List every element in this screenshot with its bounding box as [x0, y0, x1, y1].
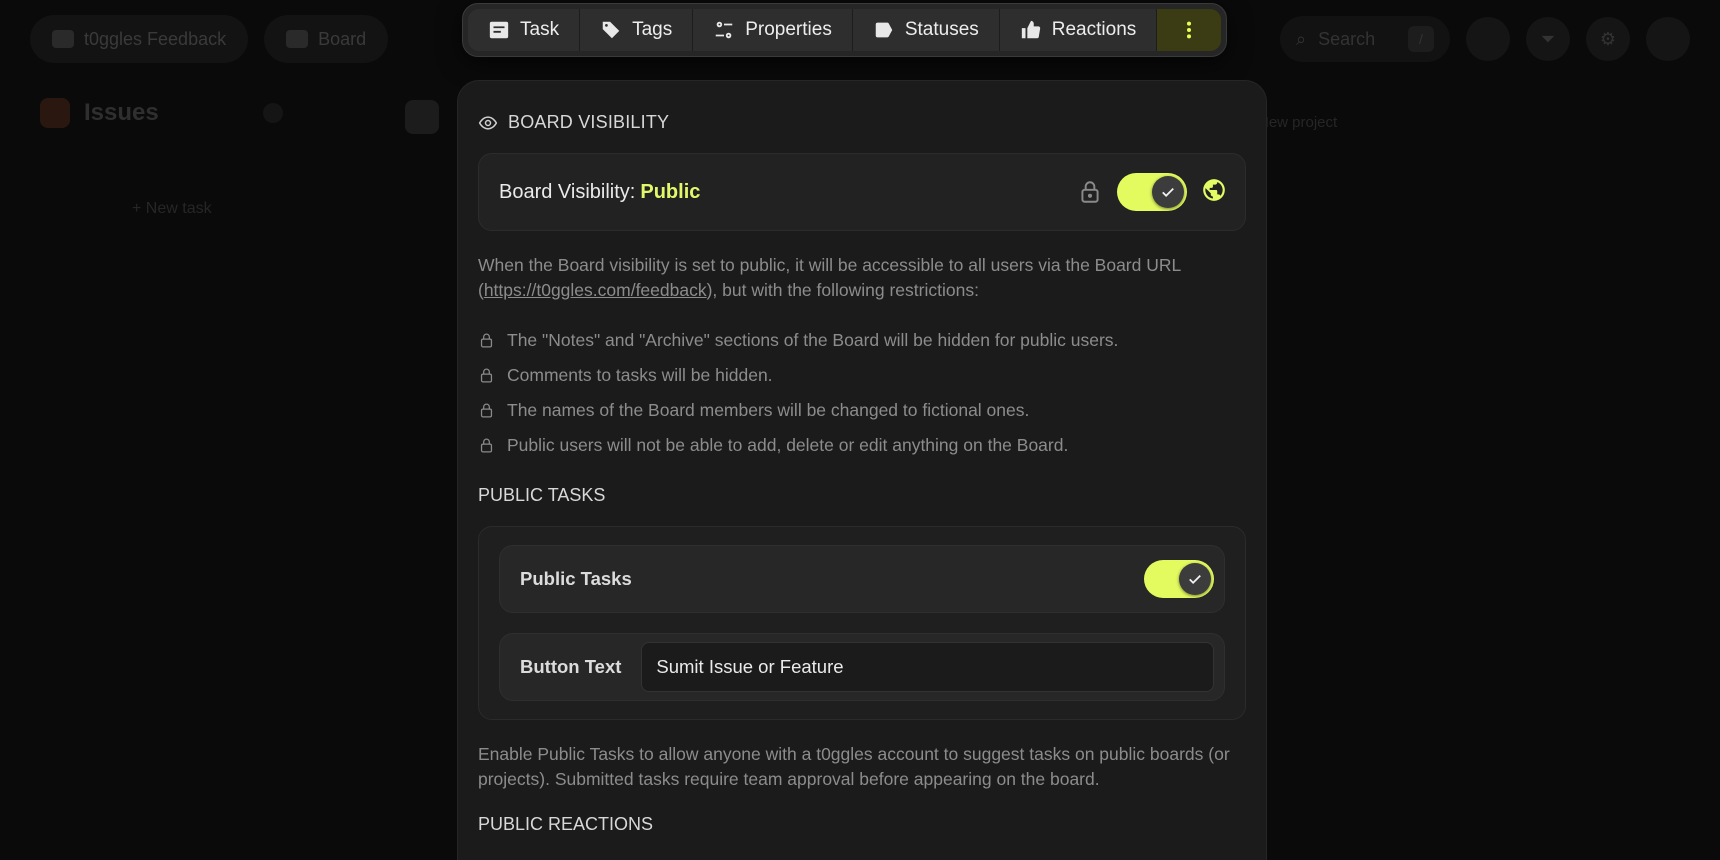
thumbs-up-icon [1021, 20, 1040, 39]
background-topbar-right: ⌕ Search / ⏷ ⚙ [1280, 14, 1690, 64]
search-placeholder: Search [1318, 28, 1376, 49]
board-visibility-value: Public [640, 180, 701, 203]
board-visibility-toggle[interactable] [1117, 173, 1187, 211]
search-shortcut: / [1408, 26, 1434, 52]
board-visibility-controls [1077, 173, 1227, 211]
settings-panel: BOARD VISIBILITY Board Visibility: Public… [457, 80, 1267, 860]
team-avatar[interactable] [1466, 17, 1510, 61]
plus-icon: + [132, 200, 146, 217]
check-icon [1162, 187, 1174, 198]
tab-task[interactable]: Task [468, 9, 581, 51]
button-text-label: Button Text [520, 656, 622, 677]
lock-icon [1077, 179, 1103, 205]
filter-icon[interactable]: ⏷ [1526, 17, 1570, 61]
new-task-label: New task [145, 200, 212, 217]
board-url-link[interactable]: https://t0ggles.com/feedback [484, 280, 707, 300]
public-reactions-heading: PUBLIC REACTIONS [478, 814, 654, 834]
column-title: Issues [84, 99, 159, 126]
restriction-text: The names of the Board members will be c… [507, 400, 1030, 420]
board-visibility-label: Board Visibility: Public [499, 181, 700, 204]
tab-reactions[interactable]: Reactions [999, 9, 1158, 51]
restriction-item: The names of the Board members will be c… [478, 393, 1246, 428]
lock-icon [480, 438, 493, 453]
tab-properties-label: Properties [745, 19, 832, 40]
restriction-text: The "Notes" and "Archive" sections of th… [507, 330, 1119, 350]
settings-toolbar: Task Tags Properties Statuses Reactions [462, 3, 1228, 57]
globe-icon [1201, 177, 1227, 208]
new-task-button[interactable]: + New task [132, 200, 212, 218]
user-avatar[interactable] [1646, 17, 1690, 61]
tag-icon [602, 21, 620, 39]
board-name: t0ggles Feedback [84, 28, 227, 49]
board-visibility-label-text: Board Visibility: [499, 180, 636, 203]
toggle-knob [1152, 176, 1184, 208]
more-vertical-icon [1187, 21, 1192, 39]
public-tasks-label: Public Tasks [520, 568, 632, 589]
restriction-text: Public users will not be able to add, de… [507, 435, 1069, 455]
check-icon [1189, 574, 1201, 585]
board-visibility-card: Board Visibility: Public [478, 153, 1246, 231]
restriction-item: Public users will not be able to add, de… [478, 428, 1246, 463]
tab-statuses[interactable]: Statuses [852, 9, 1000, 51]
rocket-icon [405, 100, 439, 134]
button-text-row: Button Text [499, 633, 1225, 701]
board-visibility-heading-text: BOARD VISIBILITY [508, 112, 670, 132]
board-switcher[interactable]: t0ggles Feedback [30, 15, 249, 63]
new-project-button[interactable]: New project [1258, 114, 1337, 131]
public-tasks-heading: PUBLIC TASKS [478, 485, 606, 505]
board-visibility-heading: BOARD VISIBILITY [478, 112, 1246, 133]
task-icon [489, 21, 509, 39]
column-options-icon[interactable] [262, 103, 283, 123]
restriction-item: Comments to tasks will be hidden. [478, 358, 1246, 393]
tab-task-label: Task [520, 19, 560, 40]
more-button[interactable] [1157, 9, 1222, 51]
bug-icon [40, 98, 70, 128]
tab-statuses-label: Statuses [904, 19, 979, 40]
tab-tags[interactable]: Tags [580, 9, 694, 51]
public-tasks-card: Public Tasks Button Text [478, 526, 1246, 720]
public-tasks-row: Public Tasks [499, 545, 1225, 613]
public-tasks-toggle[interactable] [1144, 560, 1214, 598]
status-label-icon [875, 22, 893, 38]
tab-reactions-label: Reactions [1051, 19, 1137, 40]
lock-icon [480, 333, 493, 348]
settings-icon[interactable]: ⚙ [1586, 17, 1630, 61]
settings-toolbar-inner: Task Tags Properties Statuses Reactions [468, 9, 1222, 51]
view-switcher[interactable]: Board [264, 15, 389, 63]
public-tasks-description: Enable Public Tasks to allow anyone with… [478, 744, 1230, 789]
view-label: Board [318, 28, 367, 49]
search-box[interactable]: ⌕ Search / [1280, 16, 1450, 62]
lock-icon [480, 368, 493, 383]
search-icon: ⌕ [1296, 28, 1307, 49]
board-logo-icon [52, 30, 74, 48]
lock-icon [480, 403, 493, 418]
eye-icon [478, 115, 498, 130]
restrictions-list: The "Notes" and "Archive" sections of th… [478, 323, 1246, 463]
tab-tags-label: Tags [632, 19, 673, 40]
button-text-input[interactable] [641, 642, 1214, 692]
board-visibility-description: When the Board visibility is set to publ… [478, 253, 1246, 303]
description-post: ), but with the following restrictions: [706, 280, 979, 300]
restriction-item: The "Notes" and "Archive" sections of th… [478, 323, 1246, 358]
issues-column-header: Issues [40, 98, 283, 128]
properties-icon [715, 21, 733, 39]
board-view-icon [286, 30, 309, 48]
restriction-text: Comments to tasks will be hidden. [507, 365, 773, 385]
toggle-knob [1179, 563, 1211, 595]
tab-properties[interactable]: Properties [693, 9, 853, 51]
